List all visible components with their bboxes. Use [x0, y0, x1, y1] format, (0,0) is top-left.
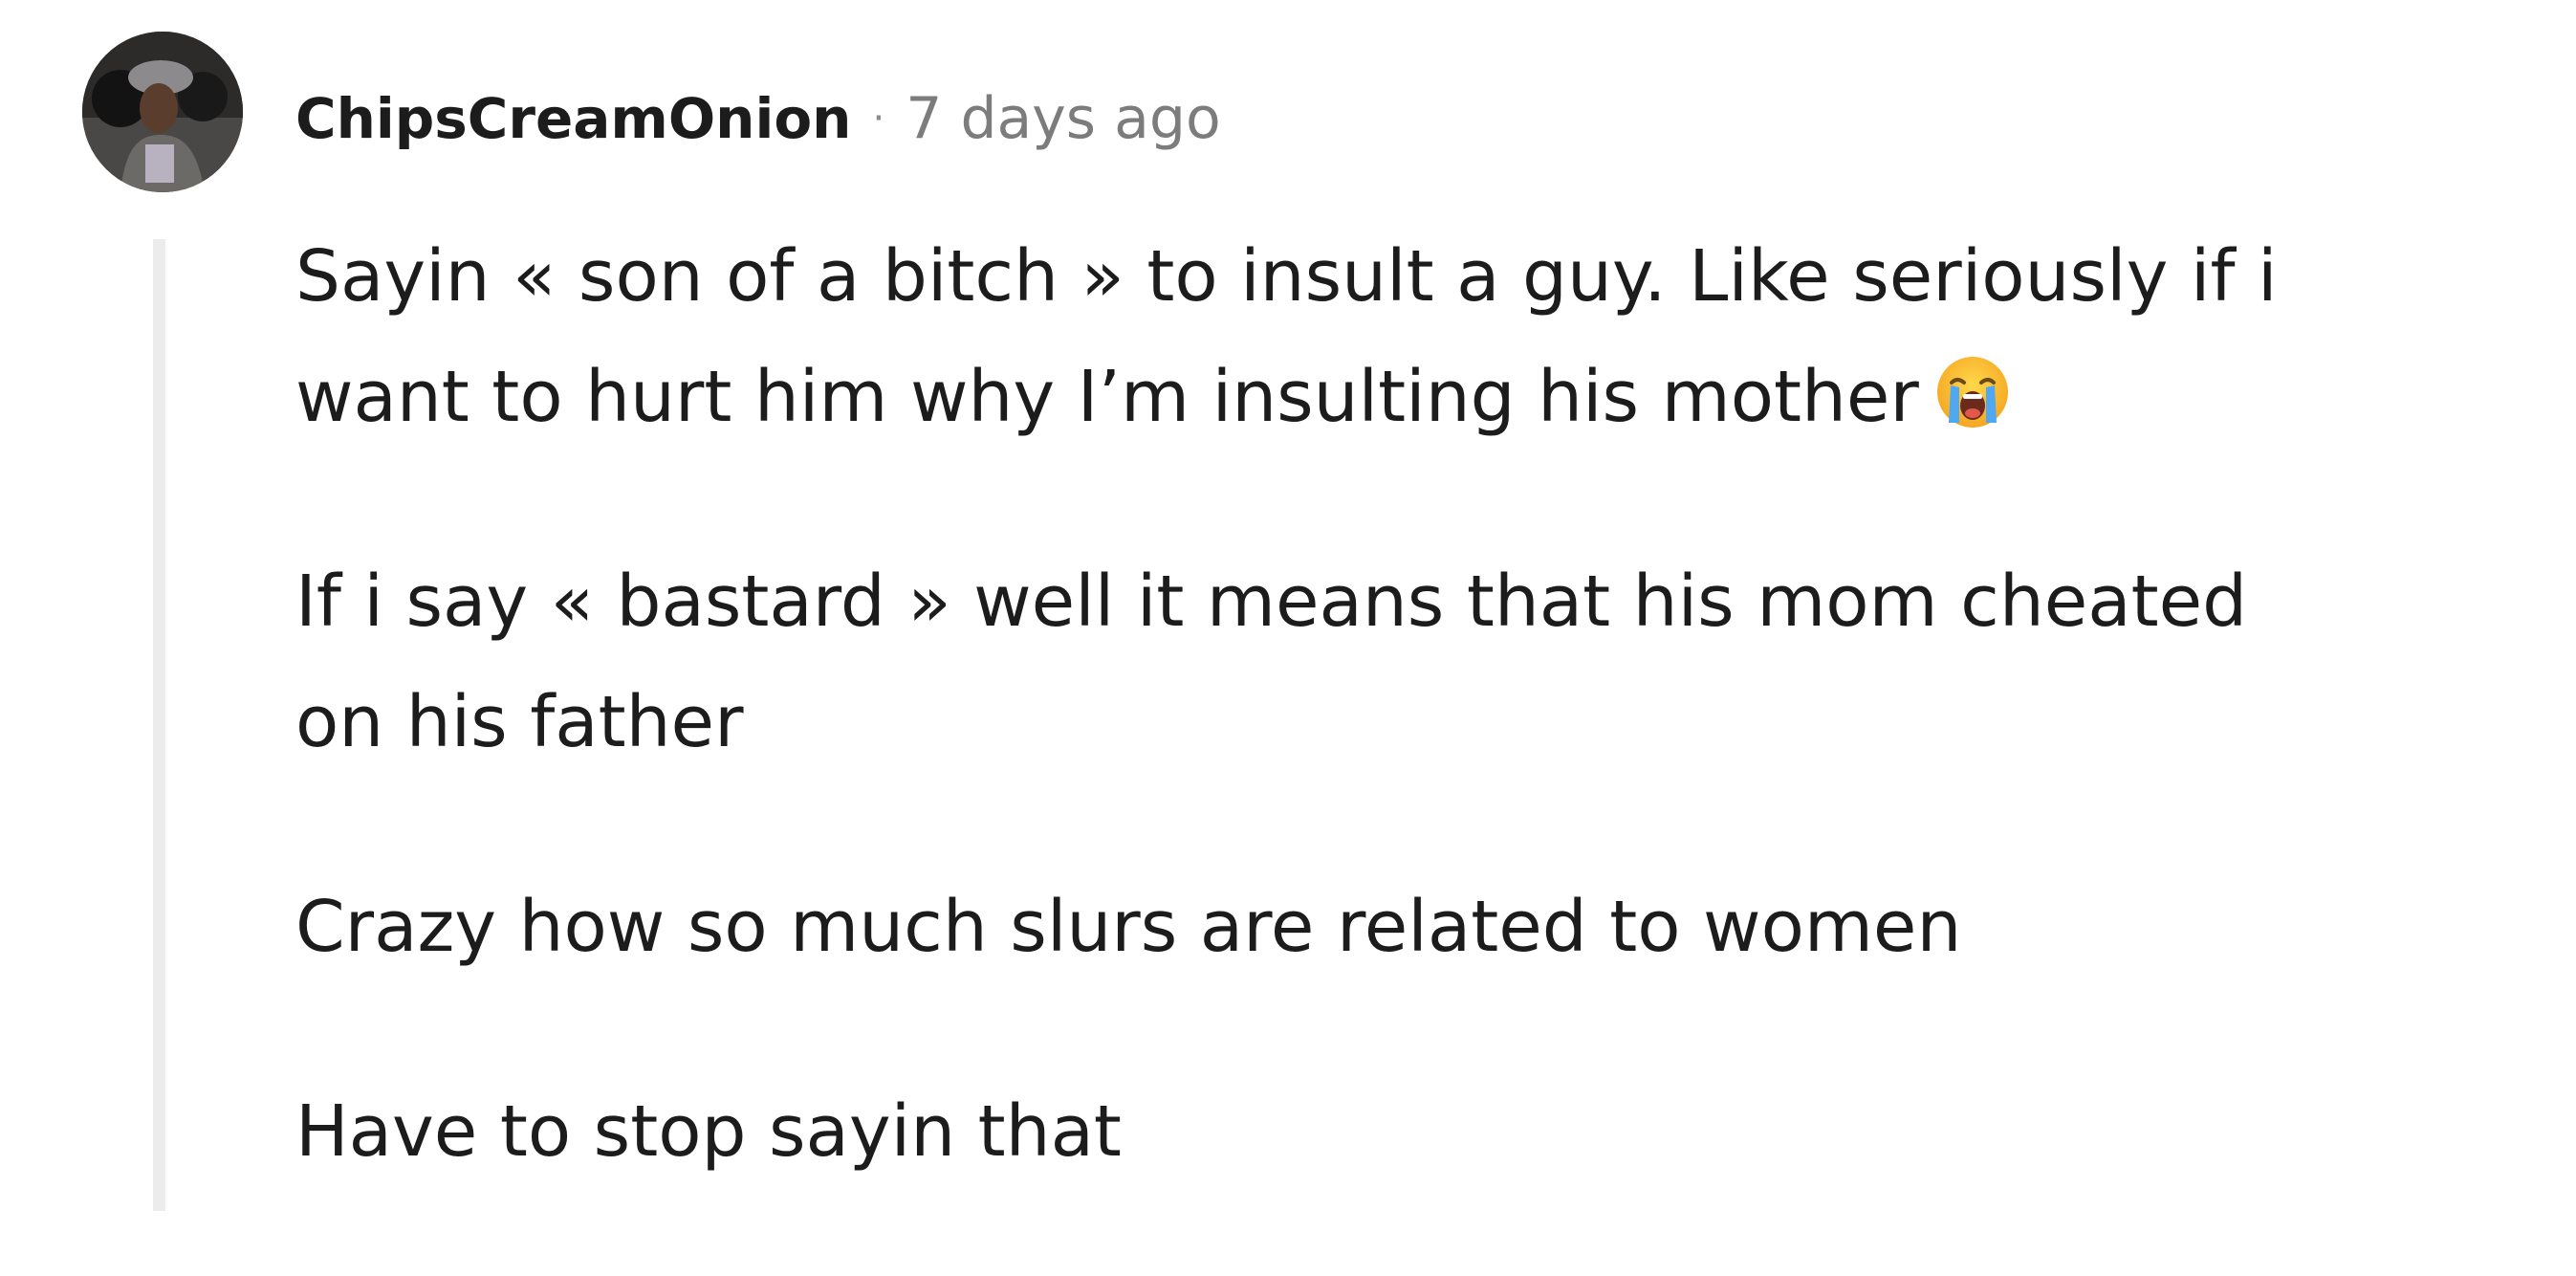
comment-paragraph: Have to stop sayin that: [295, 1071, 2476, 1192]
comment-line: on his father: [295, 681, 744, 763]
comment-paragraph: Crazy how so much slurs are related to w…: [295, 867, 2476, 987]
comment-line: If i say « bastard » well it means that …: [295, 561, 2248, 643]
meta-separator: ·: [872, 97, 885, 141]
loudly-crying-face-icon: [1934, 354, 2011, 430]
comment-body: Sayin « son of a bitch » to insult a guy…: [295, 216, 2476, 1276]
comment-line: Crazy how so much slurs are related to w…: [295, 886, 1962, 968]
username-link[interactable]: ChipsCreamOnion: [295, 86, 851, 151]
thread-collapse-line[interactable]: [153, 239, 165, 1211]
timestamp-link[interactable]: 7 days ago: [906, 85, 1221, 152]
comment-meta: ChipsCreamOnion · 7 days ago: [295, 80, 1221, 157]
comment-paragraph: If i say « bastard » well it means that …: [295, 541, 2476, 782]
comment-line: Have to stop sayin that: [295, 1090, 1122, 1173]
user-avatar-icon: [82, 32, 243, 192]
avatar[interactable]: [82, 32, 243, 192]
comment: ChipsCreamOnion · 7 days ago Sayin « son…: [0, 0, 2576, 1211]
comment-line: Sayin « son of a bitch » to insult a guy…: [295, 235, 2278, 318]
comment-line: want to hurt him why I’m insulting his m…: [295, 356, 1919, 438]
comment-paragraph: Sayin « son of a bitch » to insult a guy…: [295, 216, 2476, 457]
